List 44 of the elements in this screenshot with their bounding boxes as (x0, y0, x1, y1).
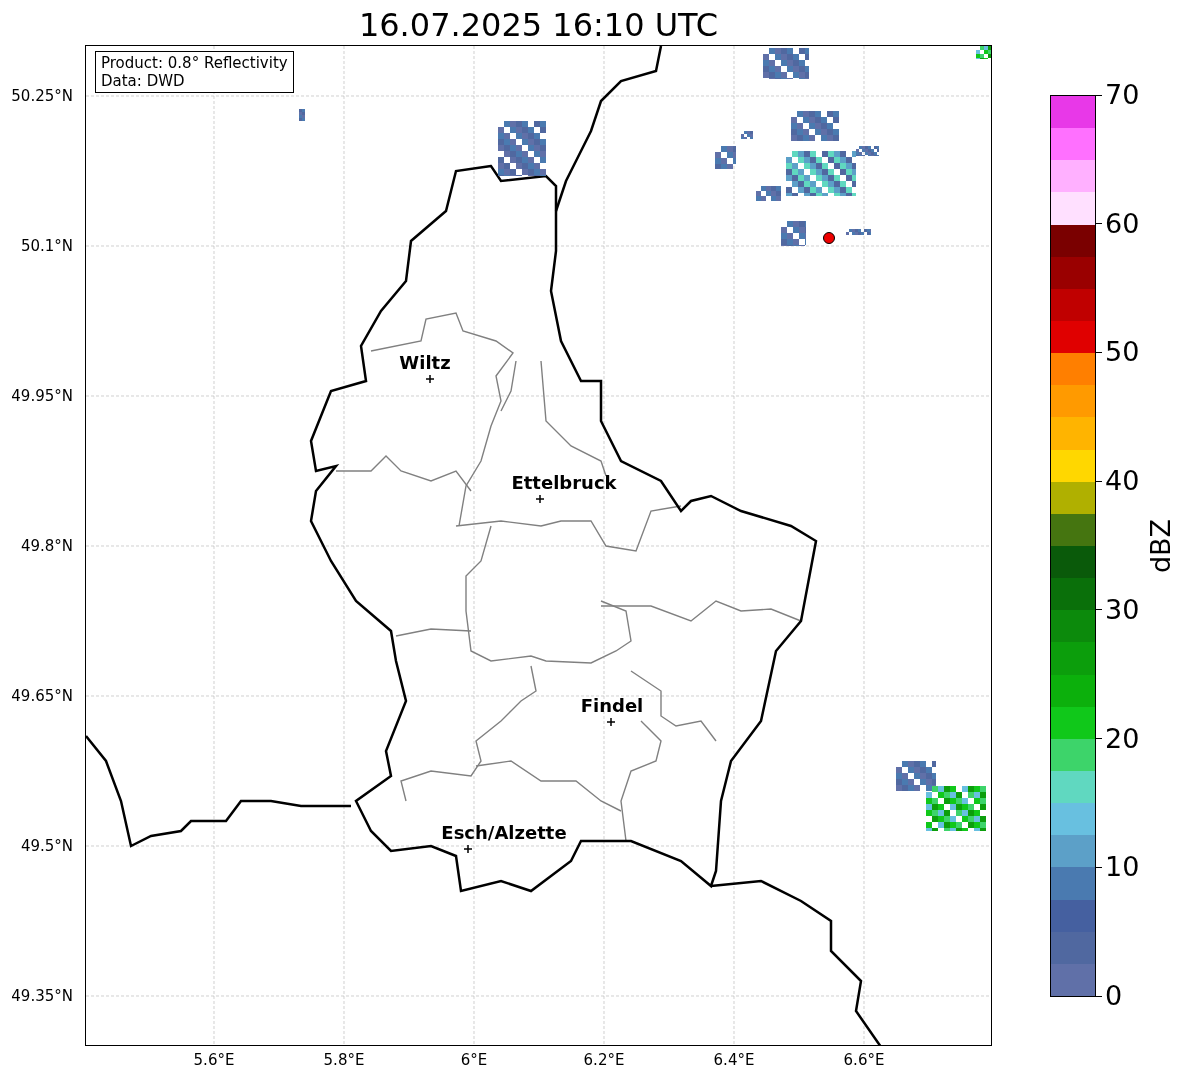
city-label: Wiltz (399, 353, 451, 373)
longitude-label: 6.4°E (713, 1051, 755, 1069)
radar-echo (299, 109, 305, 121)
radar-echo (846, 229, 871, 235)
longitude-label: 5.8°E (323, 1051, 365, 1069)
city-marker (606, 717, 616, 727)
city-marker (463, 844, 473, 854)
latitude-label: 49.95°N (11, 387, 73, 405)
radar-echo (715, 146, 736, 169)
legend-text: Data: DWD (101, 72, 186, 90)
scale-label: 70 (1105, 80, 1140, 110)
scale-label: 0 (1105, 981, 1123, 1011)
city-label: Findel (580, 696, 644, 716)
scale-title: dBZ (1146, 518, 1176, 574)
chart-title: 16.07.2025 16:10 UTC (358, 5, 719, 45)
scale-label: 10 (1105, 852, 1140, 883)
longitude-label: 6.2°E (583, 1051, 625, 1069)
radar-echo (763, 48, 809, 79)
radar-echo (781, 221, 806, 246)
latitude-label: 50.1°N (20, 237, 73, 255)
radar-echo (498, 121, 546, 176)
scale-label: 40 (1105, 466, 1140, 497)
longitude-label: 6°E (460, 1051, 488, 1069)
longitude-label: 6.6°E (843, 1051, 885, 1069)
latitude-label: 49.8°N (20, 537, 73, 555)
scale-label: 20 (1105, 723, 1140, 754)
latitude-label: 49.35°N (11, 987, 73, 1005)
scale-label: 60 (1105, 208, 1140, 239)
radar-echo (741, 131, 753, 139)
latitude-label: 50.25°N (11, 87, 73, 105)
radar-echo (976, 46, 991, 59)
location-marker (823, 232, 835, 244)
city-label: Esch/Alzette (441, 823, 567, 843)
longitude-label: 5.6°E (193, 1051, 235, 1069)
city-marker (535, 494, 545, 504)
latitude-label: 49.65°N (11, 687, 73, 705)
scale-label: 30 (1105, 594, 1140, 625)
city-label: Ettelbruck (511, 473, 617, 493)
latitude-label: 49.5°N (20, 837, 73, 855)
scale-label: 50 (1105, 337, 1140, 368)
radar-echo (791, 111, 839, 141)
legend-text: Product: 0.8° Reflectivity (101, 54, 288, 72)
radar-echo (756, 186, 781, 201)
city-marker (425, 374, 435, 384)
